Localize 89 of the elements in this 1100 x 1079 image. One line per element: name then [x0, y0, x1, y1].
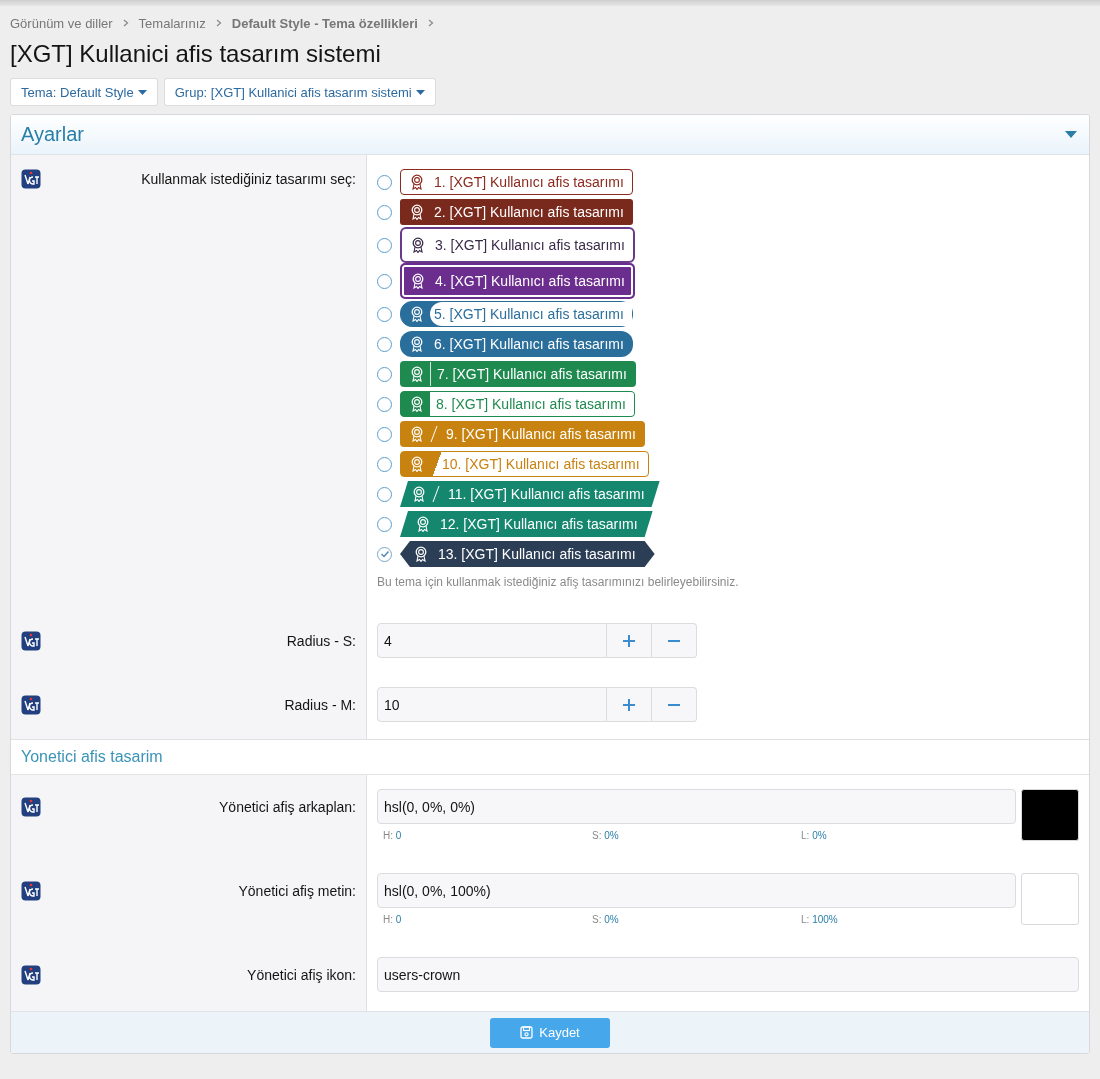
banner-style-option[interactable]: 10. [XGT] Kullanıcı afis tasarımı	[400, 451, 649, 477]
banner-style-option[interactable]: 8. [XGT] Kullanıcı afis tasarımı	[400, 391, 635, 417]
award-icon	[414, 546, 428, 562]
logo-icon	[21, 631, 41, 651]
section-title: Ayarlar	[21, 123, 84, 146]
caret-icon	[137, 89, 147, 95]
award-icon	[416, 516, 430, 532]
award-icon	[410, 426, 424, 442]
filter-dropdown[interactable]: Tema: Default Style	[10, 78, 158, 106]
field-label: Radius - S:	[286, 632, 356, 651]
banner-style-option[interactable]: 2. [XGT] Kullanıcı afis tasarımı	[400, 199, 633, 225]
award-icon	[410, 204, 424, 220]
channel-reading: L: 100%	[801, 914, 839, 925]
minus-icon	[668, 703, 680, 706]
slash-divider	[432, 485, 440, 503]
radio-button[interactable]	[377, 486, 392, 502]
number-input[interactable]: 10	[377, 687, 607, 722]
radio-button[interactable]	[377, 426, 392, 442]
field-label: Kullanmak istediğiniz tasarımı seç:	[141, 170, 356, 189]
slash-divider	[430, 425, 438, 443]
chevron-icon	[215, 19, 222, 27]
radio-button[interactable]	[377, 306, 392, 322]
increment-button[interactable]	[607, 687, 652, 722]
radio-button[interactable]	[377, 516, 392, 532]
banner-style-option[interactable]: 13. [XGT] Kullanıcı afis tasarımı	[400, 541, 655, 567]
chevron-icon	[427, 19, 434, 27]
collapse-toggle-icon[interactable]	[1065, 131, 1077, 138]
save-icon	[520, 1026, 534, 1039]
award-icon	[411, 237, 425, 253]
radio-button[interactable]	[377, 366, 392, 382]
check-icon	[379, 549, 390, 559]
number-input[interactable]: 4	[377, 623, 607, 658]
banner-style-option[interactable]: 9. [XGT] Kullanıcı afis tasarımı	[400, 421, 645, 447]
radio-button[interactable]	[377, 396, 392, 412]
plus-icon	[623, 698, 635, 711]
icon-input[interactable]: users-crown	[377, 957, 1079, 992]
award-icon	[412, 486, 426, 502]
color-swatch[interactable]	[1021, 789, 1079, 841]
radio-button[interactable]	[377, 204, 392, 220]
banner-style-option[interactable]: 5. [XGT] Kullanıcı afis tasarımı	[400, 301, 633, 327]
breadcrumb-link[interactable]: Görünüm ve diller	[10, 15, 113, 31]
page-title: [XGT] Kullanici afis tasarım sistemi	[10, 40, 382, 68]
channel-reading: H: 0	[383, 830, 403, 841]
color-swatch[interactable]	[1021, 873, 1079, 925]
plus-icon	[623, 634, 635, 647]
award-icon	[410, 456, 424, 472]
radio-button[interactable]	[377, 456, 392, 472]
minus-icon	[668, 639, 680, 642]
logo-icon	[21, 965, 41, 985]
hint-text: Bu tema için kullanmak istediğiniz afiş tasarımınızı belirleyebilirsiniz.	[377, 575, 740, 589]
chevron-icon	[122, 19, 129, 27]
award-icon	[410, 306, 424, 322]
field-label: Yönetici afiş arkaplan:	[219, 798, 356, 817]
breadcrumb-link[interactable]: Default Style - Tema özellikleri	[231, 15, 418, 31]
award-icon	[411, 273, 425, 289]
field-label: Radius - M:	[284, 696, 356, 715]
field-label: Yönetici afiş metin:	[238, 882, 356, 901]
radio-button[interactable]	[377, 336, 392, 352]
award-icon	[410, 336, 424, 352]
radio-button[interactable]	[377, 273, 392, 289]
banner-style-option[interactable]: 1. [XGT] Kullanıcı afis tasarımı	[400, 169, 633, 195]
logo-icon	[21, 797, 41, 817]
banner-style-option[interactable]: 6. [XGT] Kullanıcı afis tasarımı	[400, 331, 633, 357]
banner-style-option[interactable]: 12. [XGT] Kullanıcı afis tasarımı	[400, 511, 653, 537]
award-icon	[410, 174, 424, 190]
banner-style-option[interactable]: 4. [XGT] Kullanıcı afis tasarımı	[400, 263, 635, 299]
banner-style-option[interactable]: 7. [XGT] Kullanıcı afis tasarımı	[400, 361, 636, 387]
channel-reading: S: 0%	[592, 830, 620, 841]
radio-button[interactable]	[377, 237, 392, 253]
award-icon	[410, 396, 424, 412]
channel-reading: S: 0%	[592, 914, 620, 925]
radio-button[interactable]	[377, 174, 392, 190]
field-label: Yönetici afiş ikon:	[247, 966, 356, 985]
logo-icon	[21, 881, 41, 901]
logo-icon	[21, 695, 41, 715]
color-input[interactable]: hsl(0, 0%, 100%)	[377, 873, 1016, 908]
caret-icon	[415, 89, 425, 95]
section-title: Yonetici afis tasarim	[11, 739, 1089, 775]
channel-reading: H: 0	[383, 914, 403, 925]
filter-dropdown[interactable]: Grup: [XGT] Kullanici afis tasarım sistemi	[163, 78, 436, 106]
breadcrumb-link[interactable]: Temalarınız	[138, 15, 206, 31]
radio-button[interactable]	[377, 546, 392, 562]
logo-icon	[21, 169, 41, 189]
award-icon	[410, 366, 424, 382]
increment-button[interactable]	[607, 623, 652, 658]
channel-reading: L: 0%	[801, 830, 828, 841]
banner-style-option[interactable]: 11. [XGT] Kullanıcı afis tasarımı	[400, 481, 660, 507]
color-input[interactable]: hsl(0, 0%, 0%)	[377, 789, 1016, 824]
banner-style-option[interactable]: 3. [XGT] Kullanıcı afis tasarımı	[400, 227, 635, 263]
